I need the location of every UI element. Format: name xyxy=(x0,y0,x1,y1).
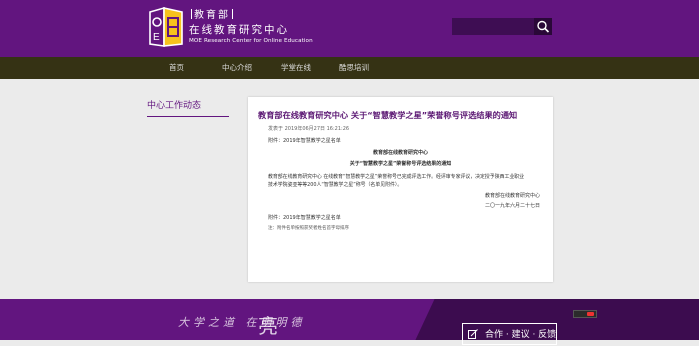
doc-sign-date: 二〇一九年六月二十七日 xyxy=(484,203,540,209)
search-box xyxy=(452,18,552,35)
attachment-bottom[interactable]: 附件：2019年智慧教学之星名单 xyxy=(268,214,341,221)
search-icon xyxy=(537,20,550,33)
nav-item-about[interactable]: 中心介绍 xyxy=(222,57,252,79)
nav-item-home[interactable]: 首页 xyxy=(169,57,184,79)
svg-text:E: E xyxy=(153,32,160,43)
feedback-button[interactable]: 合作 · 建议 · 反馈 xyxy=(462,323,557,345)
search-button[interactable] xyxy=(534,18,552,35)
feedback-label: 合作 · 建议 · 反馈 xyxy=(485,330,557,340)
logo-text: 教育部 在线教育研究中心 MOE Research Center for Onl… xyxy=(189,9,313,46)
sidebar-divider xyxy=(147,116,229,117)
moe-logo[interactable]: E xyxy=(146,6,186,48)
doc-note: 注：附件名单按照获奖者姓名首字母排序 xyxy=(268,226,349,231)
article-title: 教育部在线教育研究中心 关于“智慧教学之星”荣誉称号评选结果的通知 xyxy=(258,110,518,120)
logo-english-name: MOE Research Center for Online Education xyxy=(189,38,313,44)
nav-item-xuetangx[interactable]: 学堂在线 xyxy=(281,57,311,79)
logo-ministry: 教育部 xyxy=(194,10,230,21)
sidebar-title[interactable]: 中心工作动态 xyxy=(147,98,201,111)
search-input[interactable] xyxy=(452,18,534,35)
logo-center-name: 在线教育研究中心 xyxy=(189,24,289,36)
footer-calligraphy-big: 亮 xyxy=(258,314,278,338)
badge-dot xyxy=(587,312,594,316)
doc-sign-org: 教育部在线教育研究中心 xyxy=(484,193,540,199)
article-meta: 发表于 2019年06月27日 16:21:26 xyxy=(268,126,350,132)
site-header: E 教育部 在线教育研究中心 MOE Research Center for O… xyxy=(0,0,699,57)
footer-dark-panel xyxy=(415,299,699,340)
doc-body-line2: 技术学院姿亚等等200人“智慧教学之星”称号（名单见附件）。 xyxy=(268,182,403,188)
status-badge[interactable] xyxy=(573,310,597,318)
footer-calligraphy: 大学之道 在明明德 xyxy=(178,316,306,329)
site-footer: 大学之道 在明明德 亮 xyxy=(0,299,699,340)
doc-heading-org: 教育部在线教育研究中心 xyxy=(372,150,428,156)
doc-body-line1: 教育部在线教育研究中心 在线教育“智慧教学之星”荣誉称号已完成评选工作。经评审专… xyxy=(268,174,525,180)
attachment-top[interactable]: 附件：2019年智慧教学之星名单 xyxy=(268,137,341,144)
edit-icon xyxy=(468,329,478,339)
doc-heading-title: 关于“智慧教学之星”荣誉称号评选结果的通知 xyxy=(349,161,452,167)
nav-item-training[interactable]: 酷思培训 xyxy=(339,57,369,79)
main-nav: 首页 中心介绍 学堂在线 酷思培训 xyxy=(0,57,699,79)
article-card: 教育部在线教育研究中心 关于“智慧教学之星”荣誉称号评选结果的通知 发表于 20… xyxy=(248,97,553,282)
